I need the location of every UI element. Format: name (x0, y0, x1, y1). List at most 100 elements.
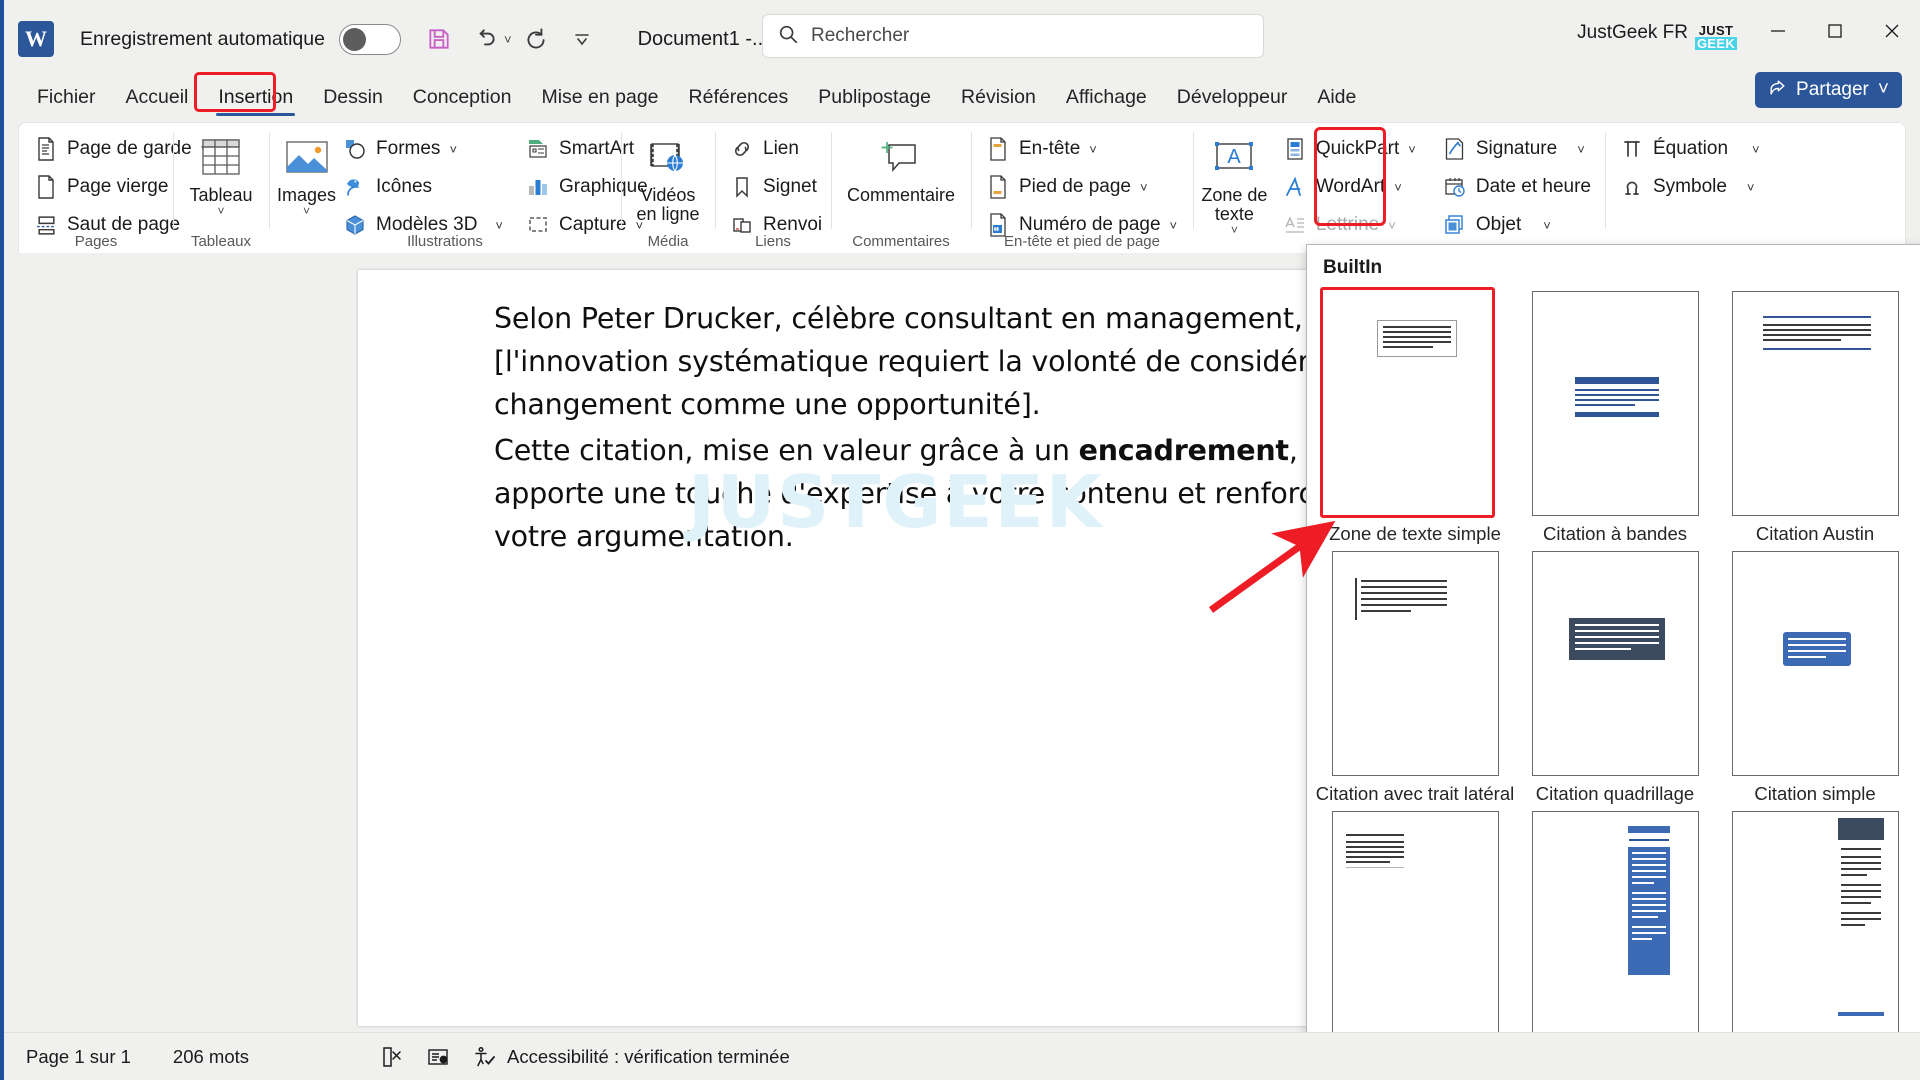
drop-cap-icon (1282, 212, 1308, 238)
undo-dropdown-caret[interactable]: ˅ (504, 32, 512, 47)
text-box-button[interactable]: A Zone de texte ˅ (1201, 130, 1268, 236)
tab-label: Aide (1317, 86, 1357, 108)
wordart-button[interactable]: WordArt ˅ (1276, 168, 1422, 206)
tab-label: Affichage (1065, 86, 1147, 108)
pictures-button[interactable]: Images ˅ (277, 130, 336, 217)
gallery-item-citation-a-bandes[interactable]: Citation à bandes (1515, 287, 1715, 547)
chevron-down-icon[interactable]: ˅ (217, 205, 224, 217)
chevron-down-icon[interactable]: ˅ (1231, 224, 1238, 236)
document-page[interactable]: Selon Peter Drucker, célèbre consultant … (358, 270, 1371, 1026)
chevron-down-icon[interactable]: ˅ (1089, 142, 1097, 157)
chevron-down-icon[interactable]: ˅ (495, 218, 503, 233)
gallery-item-zone-de-texte-simple[interactable]: Zone de texte simple (1315, 287, 1515, 547)
search-input[interactable]: Rechercher (762, 14, 1264, 58)
accessibility-icon[interactable] (461, 1045, 507, 1069)
autosave-toggle[interactable] (338, 23, 401, 55)
chevron-down-icon[interactable]: ˅ (1752, 142, 1760, 157)
chevron-down-icon[interactable]: ˅ (449, 142, 457, 157)
group-name-pages: Pages (74, 233, 118, 250)
ribbon-group-liens: Lien Signet Renvoi Liens (715, 123, 831, 253)
gallery-item-citation-austin[interactable]: Citation Austin (1715, 287, 1915, 547)
redo-icon[interactable] (514, 17, 558, 61)
read-aloud-icon[interactable] (415, 1045, 461, 1069)
footer-button[interactable]: Pied de page ˅ (979, 168, 1185, 206)
tab-dessin[interactable]: Dessin (308, 82, 398, 118)
gallery-item-citation-simple[interactable]: Citation simple (1715, 547, 1915, 807)
page-info[interactable]: Page 1 sur 1 (26, 1046, 131, 1068)
chevron-down-icon[interactable]: ˅ (303, 205, 310, 217)
tab-label: Dessin (323, 86, 383, 108)
online-video-button[interactable]: Vidéos en ligne (629, 130, 707, 224)
symbol-button[interactable]: Symbole ˅ (1613, 168, 1777, 206)
link-icon (729, 136, 755, 162)
chevron-down-icon[interactable]: ˅ (1408, 142, 1416, 157)
chevron-down-icon[interactable]: ˅ (1170, 218, 1178, 233)
blank-page-button[interactable]: Page vierge (27, 168, 168, 206)
tab-label: Mise en page (541, 86, 659, 108)
tab-affichage[interactable]: Affichage (1051, 82, 1162, 118)
gallery-item-citation-style-guide[interactable]: Citation, style guide (1315, 807, 1515, 1067)
justgeek-watermark: JUSTGEEK (688, 460, 1104, 544)
shapes-button[interactable]: Formes ˅ (336, 130, 509, 168)
ribbon: Page de garde ˅ Page vierge S (18, 122, 1906, 253)
proofing-errors-icon[interactable] (369, 1045, 415, 1069)
header-button[interactable]: En-tête ˅ (979, 130, 1185, 168)
table-button[interactable]: Tableau ˅ (182, 130, 260, 217)
icons-button[interactable]: Icônes (336, 168, 509, 206)
chevron-down-icon[interactable]: ˅ (1577, 142, 1585, 157)
table-label: Tableau (189, 185, 253, 205)
smartart-icon (525, 136, 551, 162)
document-title[interactable]: Document1 -... (638, 28, 769, 51)
pictures-icon (282, 134, 332, 184)
online-video-icon (646, 134, 690, 184)
bookmark-button[interactable]: Signet (723, 168, 823, 206)
gallery-item-encadre-a-bandes[interactable]: Encadré à bandes (1515, 807, 1715, 1067)
comment-icon (877, 134, 925, 184)
tab-developpeur[interactable]: Développeur (1162, 82, 1303, 118)
tab-accueil[interactable]: Accueil (111, 82, 204, 118)
pictures-label: Images (277, 185, 337, 205)
ribbon-group-commentaires: Commentaire Commentaires (831, 123, 971, 253)
quick-access-more-icon[interactable] (560, 17, 604, 61)
tab-references[interactable]: Références (674, 82, 804, 118)
close-button[interactable] (1863, 0, 1920, 62)
chevron-down-icon[interactable]: ˅ (1747, 180, 1755, 195)
group-name-entete-pied: En-tête et pied de page (1004, 233, 1160, 250)
link-button[interactable]: Lien (723, 130, 823, 168)
group-name-commentaires: Commentaires (852, 233, 950, 250)
save-icon[interactable] (417, 17, 461, 61)
svg-text:A: A (1228, 146, 1242, 168)
gallery-item-encadre-austin[interactable]: Encadré Austin (1715, 807, 1915, 1067)
word-count[interactable]: 206 mots (173, 1046, 249, 1068)
icons-icon (342, 174, 368, 200)
minimize-button[interactable] (1749, 0, 1806, 62)
equation-button[interactable]: Équation ˅ (1613, 130, 1777, 168)
chevron-down-icon[interactable]: ˅ (1140, 180, 1148, 195)
accessibility-status[interactable]: Accessibilité : vérification terminée (507, 1046, 790, 1068)
gallery-item-citation-quadrillage[interactable]: Citation quadrillage (1515, 547, 1715, 807)
share-button[interactable]: Partager ˅ (1755, 72, 1902, 108)
tab-mise-en-page[interactable]: Mise en page (526, 82, 673, 118)
cover-page-button[interactable]: Page de garde ˅ (27, 130, 208, 168)
quickpart-button[interactable]: QuickPart ˅ (1276, 130, 1422, 168)
gallery-item-label: Citation Austin (1755, 523, 1875, 544)
chart-icon (525, 174, 551, 200)
gallery-item-citation-avec-trait-lateral[interactable]: Citation avec trait latéral (1315, 547, 1515, 807)
tab-publipostage[interactable]: Publipostage (803, 82, 946, 118)
account-name[interactable]: JustGeek FR (1577, 22, 1688, 44)
maximize-button[interactable] (1806, 0, 1863, 62)
signature-button[interactable]: Signature ˅ (1436, 130, 1597, 168)
chevron-down-icon[interactable]: ˅ (1394, 180, 1402, 195)
object-button[interactable]: Objet ˅ (1436, 206, 1597, 244)
tab-aide[interactable]: Aide (1302, 82, 1371, 118)
tab-conception[interactable]: Conception (398, 82, 527, 118)
gallery-thumbnail (1531, 291, 1699, 516)
tab-insertion[interactable]: Insertion (203, 82, 308, 118)
comment-button[interactable]: Commentaire (836, 130, 966, 205)
tab-fichier[interactable]: Fichier (22, 82, 111, 118)
undo-icon[interactable] (463, 17, 507, 61)
date-time-button[interactable]: Date et heure (1436, 168, 1597, 206)
chevron-down-icon[interactable]: ˅ (1543, 218, 1551, 233)
tab-revision[interactable]: Révision (946, 82, 1051, 118)
status-bar: Page 1 sur 1 206 mots Accessibilité : vé… (4, 1032, 1920, 1080)
